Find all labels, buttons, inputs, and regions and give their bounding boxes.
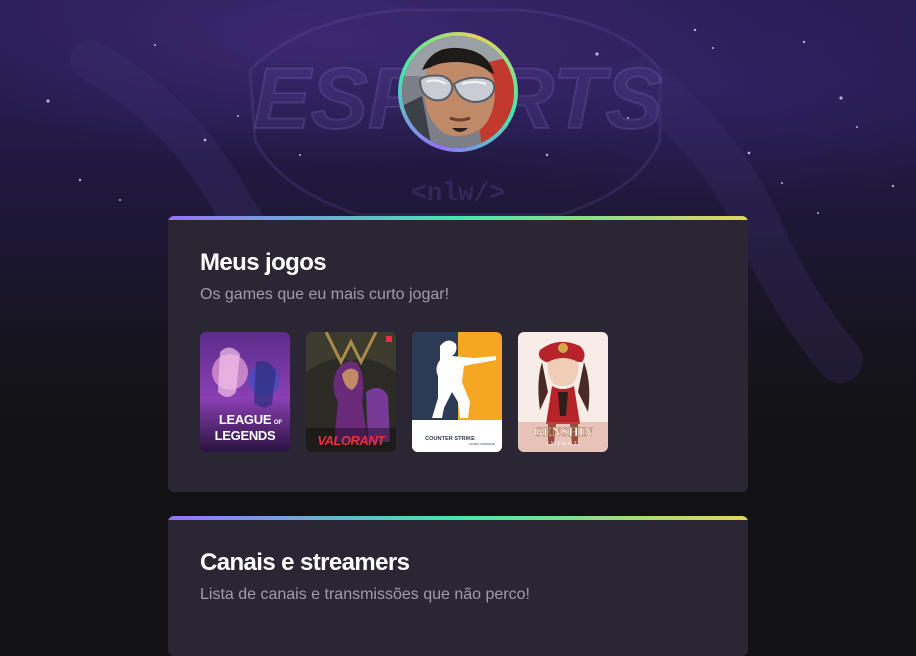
games-title: Meus jogos	[200, 249, 327, 276]
game-counter-strike[interactable]: COUNTER STRIKE GLOBAL OFFENSIVE	[412, 332, 502, 452]
cs-art-text: COUNTER STRIKE	[425, 436, 475, 442]
channels-title: Canais e streamers	[200, 549, 410, 576]
lol-art-line2: LEGENDS	[215, 428, 276, 443]
game-valorant[interactable]: VALORANT	[306, 332, 396, 452]
games-card: Meus jogos Os games que eu mais curto jo…	[168, 216, 748, 492]
genshin-art-sub: IMPACT	[547, 441, 579, 447]
counter-strike-cover: COUNTER STRIKE GLOBAL OFFENSIVE	[412, 332, 502, 452]
channels-card: Canais e streamers Lista de canais e tra…	[168, 516, 748, 656]
lol-art-of: OF	[274, 420, 283, 426]
league-of-legends-cover: LEAGUE OF LEGENDS	[200, 332, 290, 452]
valorant-art-text: VALORANT	[317, 433, 386, 448]
avatar-ring	[398, 32, 518, 152]
games-subtitle: Os games que eu mais curto jogar!	[200, 286, 450, 303]
genshin-art-text: GENSHIN	[533, 424, 594, 439]
background-tag-text: <nlw/>	[411, 178, 505, 208]
cs-art-sub: GLOBAL OFFENSIVE	[469, 442, 495, 446]
games-list: LEAGUE OF LEGENDS VALORANT COUNTER STRIK…	[200, 332, 608, 452]
genshin-impact-cover: GENSHIN IMPACT	[518, 332, 608, 452]
valorant-cover: VALORANT	[306, 332, 396, 452]
game-league-of-legends[interactable]: LEAGUE OF LEGENDS	[200, 332, 290, 452]
avatar	[402, 36, 514, 148]
lol-art-line1: LEAGUE	[219, 412, 272, 427]
channels-subtitle: Lista de canais e transmissões que não p…	[200, 586, 530, 603]
avatar-photo	[402, 36, 514, 148]
game-genshin-impact[interactable]: GENSHIN IMPACT	[518, 332, 608, 452]
